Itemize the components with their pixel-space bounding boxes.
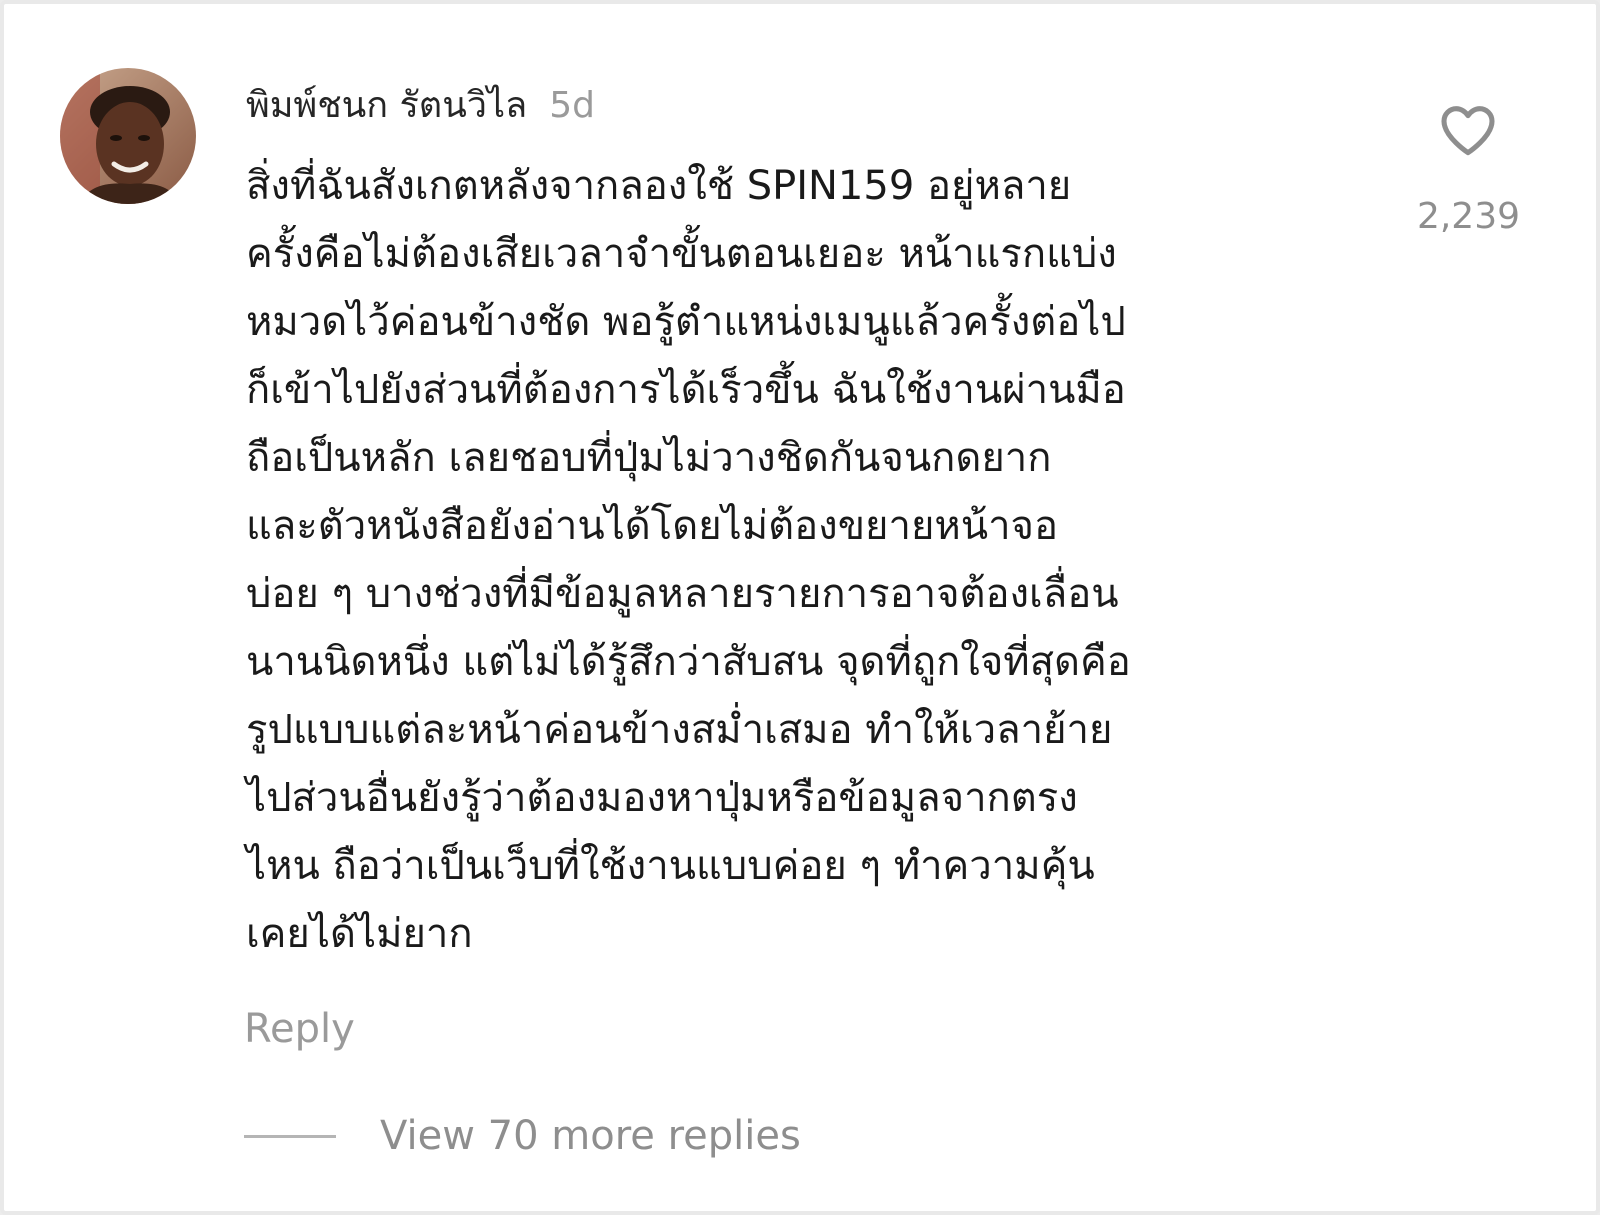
comment-line: นานนิดหนึ่ง แต่ไม่ได้รู้สึกว่าสับสน จุดท… bbox=[246, 639, 1131, 685]
comment-line: ครั้งคือไม่ต้องเสียเวลาจำขั้นตอนเยอะ หน้… bbox=[246, 231, 1117, 277]
avatar-image bbox=[60, 68, 196, 204]
comment-line: ไหน ถือว่าเป็นเว็บที่ใช้งานแบบค่อย ๆ ทำค… bbox=[246, 843, 1095, 889]
comment-line: เคยได้ไม่ยาก bbox=[246, 911, 473, 957]
timestamp: 5d bbox=[549, 85, 595, 126]
comment-line: ไปส่วนอื่นยังรู้ว่าต้องมองหาปุ่มหรือข้อม… bbox=[246, 775, 1078, 821]
comment-text: สิ่งที่ฉันสังเกตหลังจากลองใช้ SPIN159 อย… bbox=[246, 152, 1346, 968]
username[interactable]: พิมพ์ชนก รัตนวิไล bbox=[246, 76, 527, 133]
heart-outline-icon bbox=[1441, 106, 1495, 156]
avatar[interactable] bbox=[60, 68, 196, 204]
comment-line: รูปแบบแต่ละหน้าค่อนข้างสม่ำเสมอ ทำให้เวล… bbox=[246, 707, 1113, 753]
like-count: 2,239 bbox=[1416, 196, 1520, 237]
reply-button[interactable]: Reply bbox=[244, 1006, 355, 1052]
comment-line: บ่อย ๆ บางช่วงที่มีข้อมูลหลายรายการอาจต้… bbox=[246, 571, 1119, 617]
comment-line: ถือเป็นหลัก เลยชอบที่ปุ่มไม่วางชิดกันจนก… bbox=[246, 435, 1052, 481]
like-button[interactable] bbox=[1436, 98, 1500, 162]
comment-line: และตัวหนังสือยังอ่านได้โดยไม่ต้องขยายหน้… bbox=[246, 503, 1059, 549]
comment-line: สิ่งที่ฉันสังเกตหลังจากลองใช้ SPIN159 อย… bbox=[246, 163, 1072, 209]
view-more-replies-button[interactable]: View 70 more replies bbox=[244, 1110, 801, 1162]
comment-line: ก็เข้าไปยังส่วนที่ต้องการได้เร็วขึ้น ฉัน… bbox=[246, 367, 1126, 413]
comment-header: พิมพ์ชนก รัตนวิไล 5d bbox=[246, 76, 595, 128]
view-more-replies-label: View 70 more replies bbox=[380, 1113, 801, 1159]
comment-line: หมวดไว้ค่อนข้างชัด พอรู้ตำแหน่งเมนูแล้วค… bbox=[246, 299, 1126, 345]
comment-card: พิมพ์ชนก รัตนวิไล 5d สิ่งที่ฉันสังเกตหลั… bbox=[0, 0, 1600, 1215]
replies-divider bbox=[244, 1134, 336, 1138]
